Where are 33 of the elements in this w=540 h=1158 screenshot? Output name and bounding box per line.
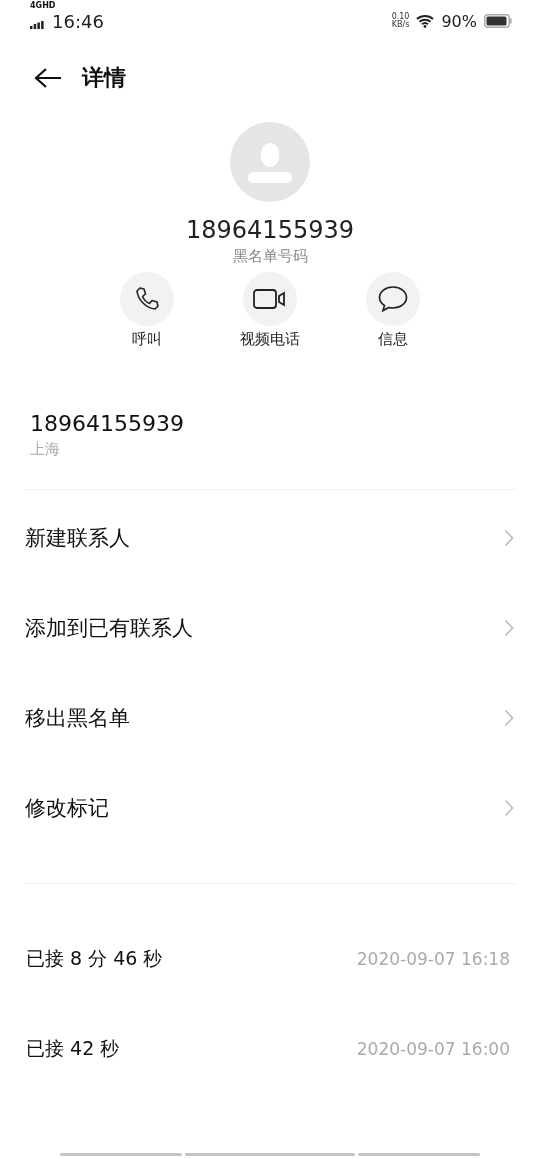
phone-number: 18964155939 xyxy=(30,411,185,436)
menu-item[interactable]: 移出黑名单 xyxy=(0,673,540,763)
menu-item[interactable]: 新建联系人 xyxy=(0,493,540,583)
battery-level: 90% xyxy=(441,11,477,31)
battery-icon xyxy=(484,14,512,28)
chevron-icon xyxy=(504,619,514,637)
chevron-icon xyxy=(504,529,514,547)
call-time: 2020-09-07 16:00 xyxy=(356,1039,510,1059)
network-speed: 0.10 xyxy=(391,13,410,21)
contact-label: 黑名单号码 xyxy=(232,247,308,266)
menu-item[interactable]: 添加到已有联系人 xyxy=(0,583,540,673)
action-label: 呼叫 xyxy=(132,330,162,349)
call-time: 2020-09-07 16:18 xyxy=(356,949,510,969)
call-status: 已接 42 秒 xyxy=(26,1036,120,1061)
signal-icon xyxy=(30,21,44,29)
chevron-icon xyxy=(504,799,514,817)
phone-icon xyxy=(134,286,160,312)
network-type: 4GHD xyxy=(30,0,56,10)
back-arrow-icon[interactable] xyxy=(34,67,62,89)
action-label: 视频电话 xyxy=(240,330,300,349)
menu-item[interactable]: 修改标记 xyxy=(0,763,540,853)
speech-bubble-icon xyxy=(378,285,408,313)
call-status: 已接 8 分 46 秒 xyxy=(26,946,163,971)
contact-number: 18964155939 xyxy=(186,216,354,244)
action-label: 信息 xyxy=(378,330,408,349)
page-title: 详情 xyxy=(82,64,126,92)
avatar-icon xyxy=(230,122,310,202)
phone-location: 上海 xyxy=(30,440,61,459)
clock-time: 16:46 xyxy=(52,10,104,32)
speed-unit: KB/s xyxy=(391,21,410,29)
chevron-icon xyxy=(504,709,514,727)
wifi-icon xyxy=(416,14,435,28)
video-camera-icon xyxy=(253,288,287,310)
